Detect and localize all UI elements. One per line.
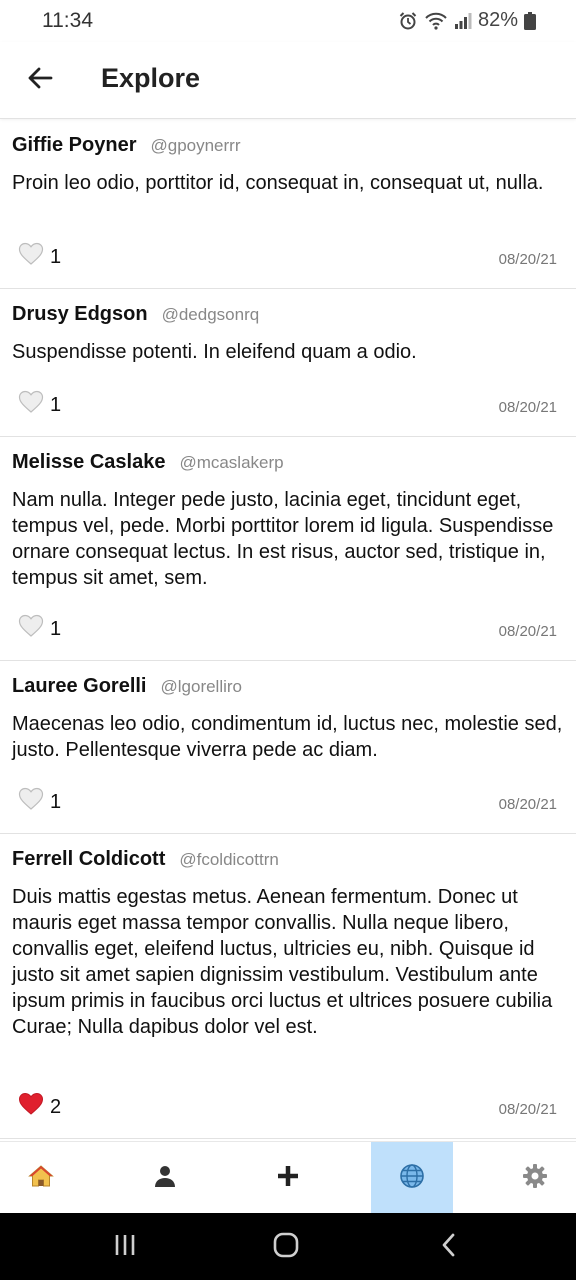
battery-percentage: 82% (477, 9, 518, 31)
author-handle[interactable]: @dedgsonrq (162, 305, 260, 325)
author-handle[interactable]: @fcoldicottrn (179, 850, 278, 870)
back-button[interactable] (22, 62, 58, 98)
settings-gear-icon (522, 1163, 548, 1194)
app-bar: Explore (0, 42, 576, 119)
post-text: Nam nulla. Integer pede justo, lacinia e… (12, 489, 554, 589)
post-date: 08/20/21 (498, 796, 557, 813)
post-date: 08/20/21 (498, 251, 557, 268)
bottom-navigation (0, 1141, 576, 1214)
status-icons: 82% (398, 9, 536, 32)
status-time: 11:34 (42, 9, 93, 32)
nav-explore[interactable] (371, 1142, 453, 1214)
post-header: Ferrell Coldicott @fcoldicottrn (12, 848, 279, 871)
page-title: Explore (101, 63, 201, 93)
like-button[interactable]: 1 (18, 614, 61, 644)
like-button[interactable]: 1 (18, 390, 61, 420)
post-card[interactable]: Drusy Edgson @dedgsonrq Suspendisse pote… (0, 289, 576, 437)
home-circle-icon (272, 1231, 300, 1264)
like-button[interactable]: 1 (18, 787, 61, 817)
home-button[interactable] (270, 1231, 302, 1263)
battery-icon (524, 11, 536, 30)
profile-icon (153, 1164, 177, 1193)
like-count: 1 (50, 790, 62, 813)
like-button[interactable]: 1 (18, 242, 61, 272)
wifi-icon (424, 11, 448, 31)
heart-icon (18, 787, 44, 817)
globe-icon (399, 1163, 425, 1194)
status-bar: 11:34 82% (0, 0, 576, 42)
nav-profile[interactable] (124, 1142, 206, 1214)
author-handle[interactable]: @mcaslakerp (179, 453, 283, 473)
heart-icon (18, 614, 44, 644)
chevron-left-icon (439, 1232, 459, 1263)
like-count: 1 (50, 617, 62, 640)
heart-icon (18, 390, 44, 420)
post-date: 08/20/21 (498, 399, 557, 416)
heart-icon-filled (18, 1092, 44, 1122)
author-name[interactable]: Giffie Poyner (12, 134, 136, 157)
nav-settings[interactable] (494, 1142, 576, 1214)
nav-add[interactable] (247, 1142, 329, 1214)
post-text: Proin leo odio, porttitor id, consequat … (12, 172, 544, 194)
home-icon (28, 1164, 54, 1193)
alarm-icon (398, 11, 418, 31)
post-text: Suspendisse potenti. In eleifend quam a … (12, 341, 417, 363)
author-name[interactable]: Drusy Edgson (12, 303, 148, 326)
post-card[interactable]: Ferrell Coldicott @fcoldicottrn Duis mat… (0, 834, 576, 1139)
add-icon (276, 1164, 300, 1193)
post-header: Melisse Caslake @mcaslakerp (12, 451, 284, 474)
post-date: 08/20/21 (498, 1101, 557, 1118)
post-feed[interactable]: Giffie Poyner @gpoynerrr Proin leo odio,… (0, 120, 576, 1140)
author-handle[interactable]: @gpoynerrr (150, 136, 240, 156)
author-name[interactable]: Melisse Caslake (12, 451, 165, 474)
post-date: 08/20/21 (498, 623, 557, 640)
post-header: Lauree Gorelli @lgorelliro (12, 675, 242, 698)
like-button[interactable]: 2 (18, 1092, 61, 1122)
arrow-left-icon (27, 66, 53, 95)
recent-apps-icon (113, 1233, 137, 1262)
post-text: Duis mattis egestas metus. Aenean fermen… (12, 886, 553, 1038)
author-handle[interactable]: @lgorelliro (161, 677, 243, 697)
system-back-button[interactable] (434, 1231, 464, 1263)
author-name[interactable]: Lauree Gorelli (12, 675, 147, 698)
post-card[interactable]: Lauree Gorelli @lgorelliro Maecenas leo … (0, 661, 576, 834)
like-count: 1 (50, 393, 62, 416)
like-count: 1 (50, 245, 62, 268)
like-count: 2 (50, 1095, 62, 1118)
post-text: Maecenas leo odio, condimentum id, luctu… (12, 713, 563, 761)
heart-icon (18, 242, 44, 272)
post-header: Giffie Poyner @gpoynerrr (12, 134, 241, 157)
post-card[interactable]: Giffie Poyner @gpoynerrr Proin leo odio,… (0, 120, 576, 289)
author-name[interactable]: Ferrell Coldicott (12, 848, 165, 871)
post-header: Drusy Edgson @dedgsonrq (12, 303, 259, 326)
nav-home[interactable] (0, 1142, 82, 1214)
post-card[interactable]: Melisse Caslake @mcaslakerp Nam nulla. I… (0, 437, 576, 661)
system-navigation-bar (0, 1213, 576, 1280)
signal-icon (454, 12, 472, 30)
recent-apps-button[interactable] (110, 1231, 140, 1263)
